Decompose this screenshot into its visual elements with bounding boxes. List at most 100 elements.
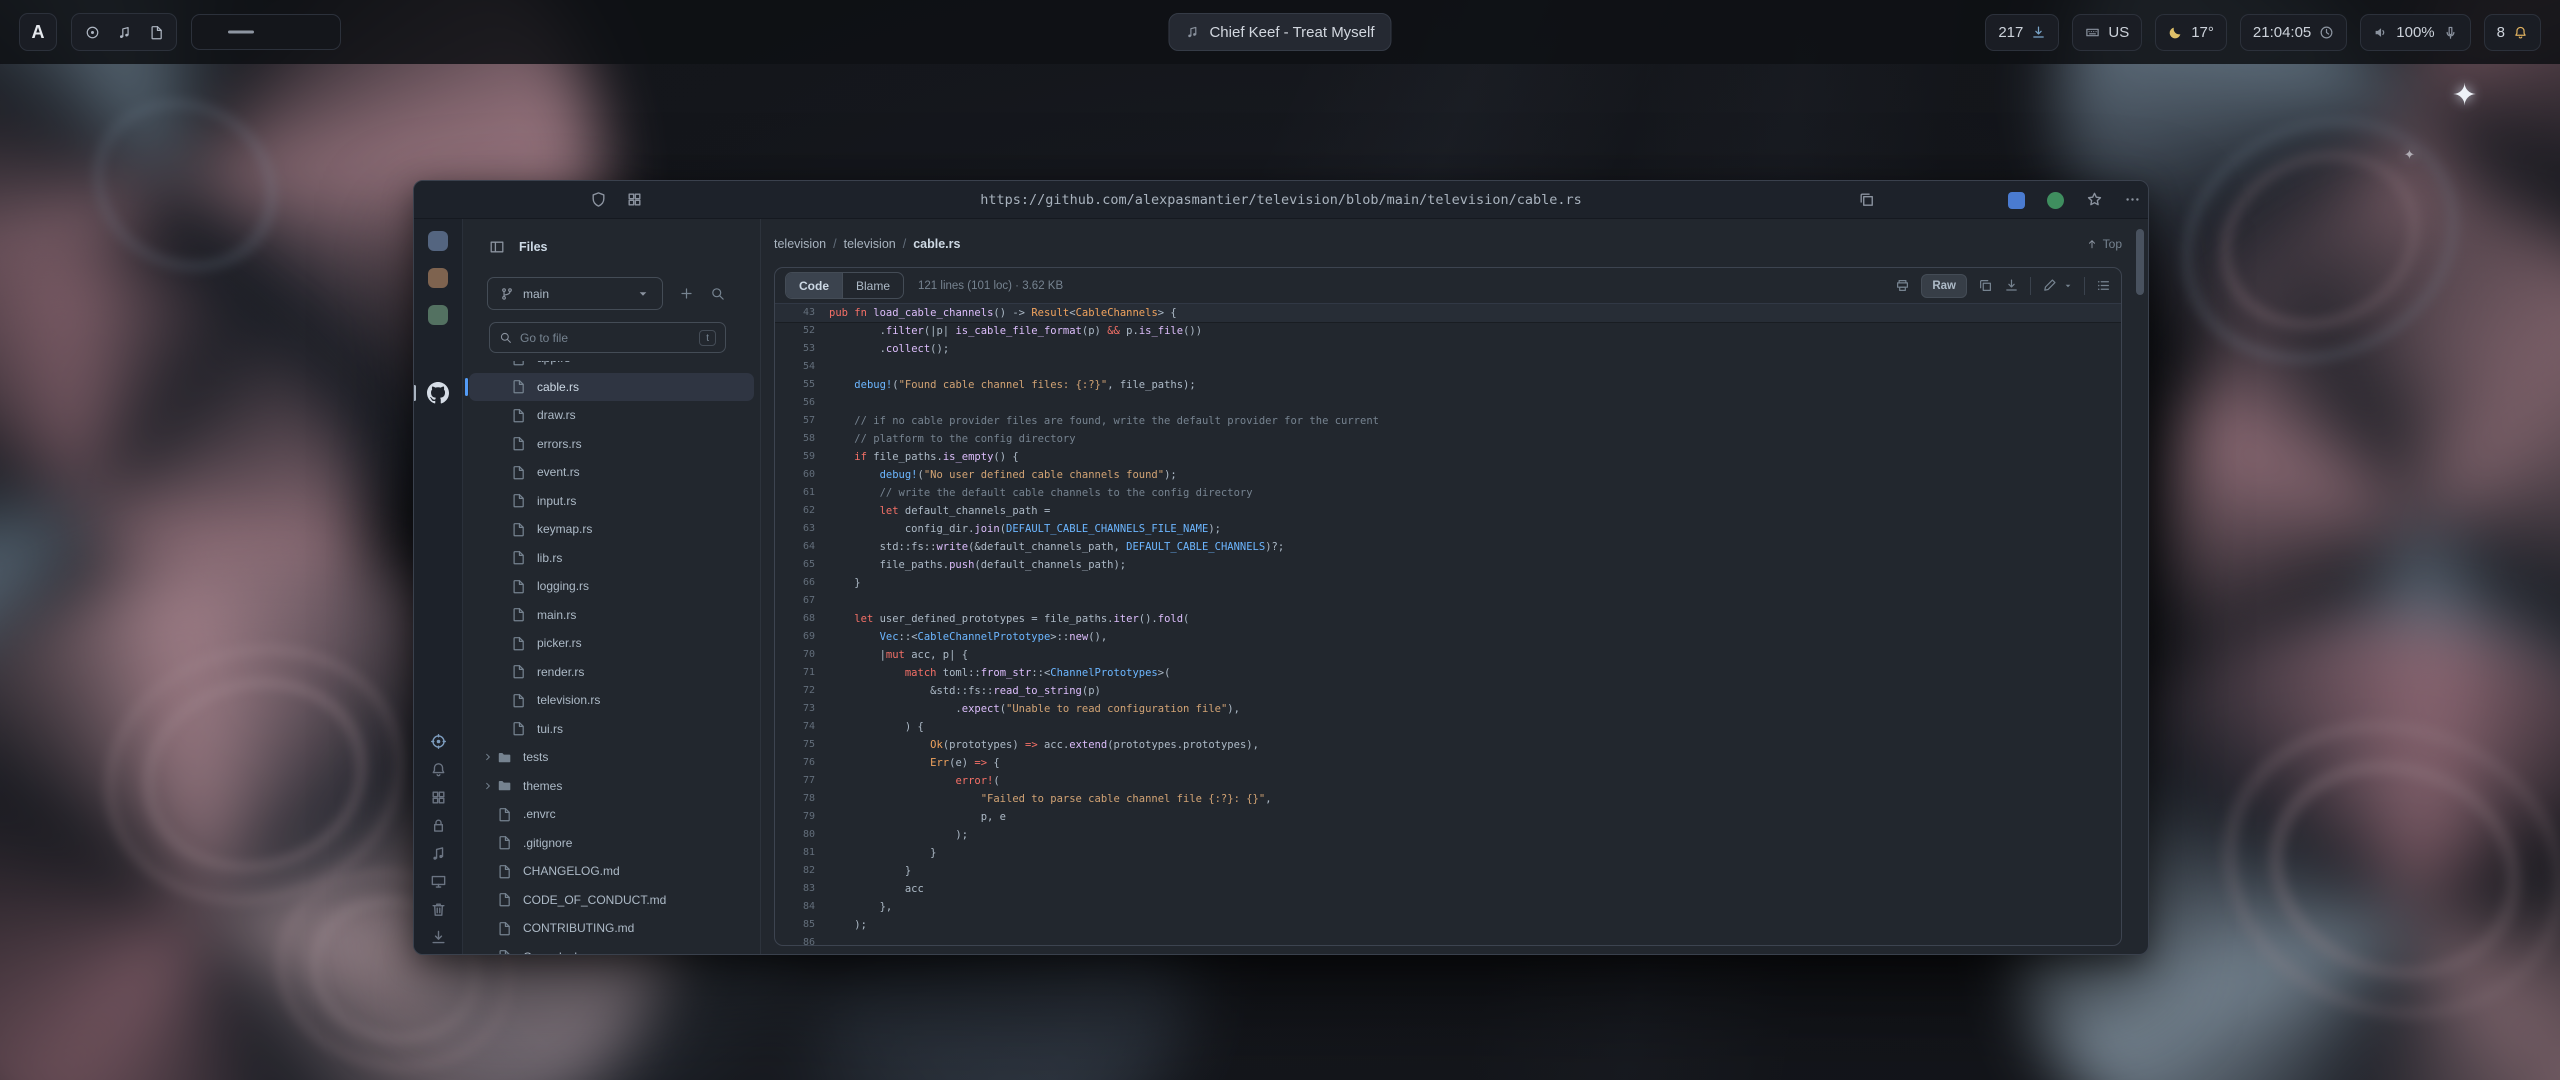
symbols-outline-icon[interactable]: [2096, 278, 2111, 293]
tree-item-event.rs[interactable]: event.rs: [469, 458, 754, 487]
line-number[interactable]: 71: [775, 664, 815, 682]
back-to-top-link[interactable]: Top: [2086, 237, 2122, 251]
tree-item-picker.rs[interactable]: picker.rs: [469, 629, 754, 658]
tree-item-app.rs[interactable]: app.rs: [469, 361, 754, 373]
edit-caret-icon[interactable]: [2068, 281, 2073, 291]
tree-item-Cargo.lock[interactable]: Cargo.lock: [469, 943, 754, 955]
shield-icon[interactable]: [590, 191, 607, 208]
address-bar[interactable]: https://github.com/alexpasmantier/televi…: [980, 181, 1581, 219]
line-number[interactable]: 82: [775, 862, 815, 880]
line-number[interactable]: 65: [775, 556, 815, 574]
line-number[interactable]: 66: [775, 574, 815, 592]
line-number[interactable]: 74: [775, 718, 815, 736]
line-number[interactable]: 59: [775, 448, 815, 466]
line-number[interactable]: 69: [775, 628, 815, 646]
disc-icon[interactable]: [78, 18, 106, 46]
launcher-button[interactable]: A: [19, 13, 57, 51]
tree-item-tui.rs[interactable]: tui.rs: [469, 715, 754, 744]
github-icon[interactable]: [427, 382, 449, 404]
line-number[interactable]: 81: [775, 844, 815, 862]
tree-item-main.rs[interactable]: main.rs: [469, 601, 754, 630]
search-icon[interactable]: [710, 286, 725, 301]
line-number[interactable]: 78: [775, 790, 815, 808]
pinned-site-icon-2[interactable]: [428, 268, 448, 288]
display-icon[interactable]: [430, 873, 447, 890]
copy-icon[interactable]: [1978, 278, 1993, 293]
more-menu-icon[interactable]: [2124, 191, 2141, 208]
printer-icon[interactable]: [1895, 278, 1910, 293]
notifications-widget[interactable]: 8: [2484, 14, 2541, 51]
line-number[interactable]: 64: [775, 538, 815, 556]
tree-item-CHANGELOG.md[interactable]: CHANGELOG.md: [469, 857, 754, 886]
line-number[interactable]: 86: [775, 934, 815, 945]
taskbar-window-slot[interactable]: [191, 14, 341, 50]
bookmark-star-icon[interactable]: [2086, 191, 2103, 208]
line-number[interactable]: 70: [775, 646, 815, 664]
line-number[interactable]: 79: [775, 808, 815, 826]
tab-blame[interactable]: Blame: [842, 273, 903, 298]
breadcrumb-folder[interactable]: television: [844, 237, 896, 251]
tree-item-.envrc[interactable]: .envrc: [469, 800, 754, 829]
apps-grid-icon[interactable]: [430, 789, 447, 806]
edit-pencil-icon[interactable]: [2042, 278, 2057, 293]
tree-item-keymap.rs[interactable]: keymap.rs: [469, 515, 754, 544]
go-to-file-input[interactable]: Go to file t: [489, 322, 726, 353]
tabs-overview-icon[interactable]: [1858, 191, 1875, 208]
tree-item-render.rs[interactable]: render.rs: [469, 658, 754, 687]
line-number[interactable]: 58: [775, 430, 815, 448]
line-number[interactable]: 83: [775, 880, 815, 898]
tree-item-input.rs[interactable]: input.rs: [469, 487, 754, 516]
line-number[interactable]: 56: [775, 394, 815, 412]
scrollbar-thumb[interactable]: [2136, 229, 2144, 295]
line-number[interactable]: 61: [775, 484, 815, 502]
keyboard-layout-widget[interactable]: US: [2072, 14, 2142, 51]
downloads-widget[interactable]: 217: [1985, 14, 2059, 51]
breadcrumb-repo[interactable]: television: [774, 237, 826, 251]
tree-item-CONTRIBUTING.md[interactable]: CONTRIBUTING.md: [469, 914, 754, 943]
line-number[interactable]: 84: [775, 898, 815, 916]
line-number[interactable]: 63: [775, 520, 815, 538]
collapse-sidebar-icon[interactable]: [489, 239, 505, 255]
line-number[interactable]: 75: [775, 736, 815, 754]
tab-code[interactable]: Code: [786, 273, 842, 298]
downloads-icon[interactable]: [430, 929, 447, 946]
line-number[interactable]: 54: [775, 358, 815, 376]
pinned-site-icon-3[interactable]: [428, 305, 448, 325]
tree-item-lib.rs[interactable]: lib.rs: [469, 544, 754, 573]
media-widget[interactable]: Chief Keef - Treat Myself: [1168, 13, 1391, 51]
page-scrollbar[interactable]: [2136, 229, 2144, 944]
tree-item-cable.rs[interactable]: cable.rs: [469, 373, 754, 402]
extensions-grid-icon[interactable]: [626, 191, 643, 208]
pinned-site-icon-1[interactable]: [428, 231, 448, 251]
clock-widget[interactable]: 21:04:05: [2240, 14, 2347, 51]
add-file-icon[interactable]: [679, 286, 694, 301]
weather-widget[interactable]: 17°: [2155, 14, 2227, 51]
line-number[interactable]: 55: [775, 376, 815, 394]
line-number[interactable]: 57: [775, 412, 815, 430]
tree-item-errors.rs[interactable]: errors.rs: [469, 430, 754, 459]
extension-icon[interactable]: [2047, 192, 2064, 209]
target-icon[interactable]: [430, 733, 447, 750]
line-number[interactable]: 60: [775, 466, 815, 484]
branch-selector[interactable]: main: [487, 277, 663, 310]
lock-icon[interactable]: [430, 817, 447, 834]
volume-widget[interactable]: 100%: [2360, 14, 2470, 51]
notes-icon[interactable]: [142, 18, 170, 46]
music-icon[interactable]: [430, 845, 447, 862]
raw-button[interactable]: Raw: [1921, 274, 1967, 298]
line-number[interactable]: 67: [775, 592, 815, 610]
line-number[interactable]: 77: [775, 772, 815, 790]
line-number[interactable]: 53: [775, 340, 815, 358]
tree-item-.gitignore[interactable]: .gitignore: [469, 829, 754, 858]
line-number[interactable]: 80: [775, 826, 815, 844]
line-number[interactable]: 73: [775, 700, 815, 718]
line-number[interactable]: 72: [775, 682, 815, 700]
download-icon[interactable]: [2004, 278, 2019, 293]
tree-item-television.rs[interactable]: television.rs: [469, 686, 754, 715]
line-number[interactable]: 76: [775, 754, 815, 772]
tree-item-draw.rs[interactable]: draw.rs: [469, 401, 754, 430]
adblock-extension-icon[interactable]: [2008, 192, 2025, 209]
line-number[interactable]: 43: [775, 304, 815, 322]
line-number[interactable]: 52: [775, 322, 815, 340]
notifications-bell-icon[interactable]: [430, 761, 447, 778]
